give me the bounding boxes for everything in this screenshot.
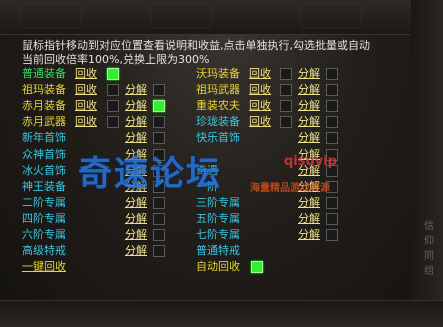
bottom-frame	[0, 300, 443, 327]
recycle-checkbox[interactable]	[107, 100, 119, 113]
auto-recycle-checkbox[interactable]	[251, 261, 263, 273]
recycle-checkbox[interactable]	[280, 116, 292, 129]
item-category-label: 五阶专属	[196, 211, 240, 225]
decompose-checkbox[interactable]	[153, 212, 165, 225]
item-category-label: 神王装备	[22, 179, 66, 193]
recycle-link[interactable]: 回收	[75, 99, 97, 113]
item-category-label: 二阶专属	[22, 195, 66, 209]
decompose-link[interactable]: 分解	[298, 131, 320, 145]
top-ornament-left	[20, 4, 82, 28]
decompose-checkbox[interactable]	[326, 196, 338, 209]
top-ornament-right	[300, 4, 362, 28]
recycle-link[interactable]: 回收	[249, 83, 271, 97]
recycle-checkbox[interactable]	[280, 68, 292, 80]
item-category-label: 普通装备	[22, 67, 66, 80]
item-category-label: 赤月装备	[22, 99, 66, 113]
info-line-1: 鼠标指针移动到对应位置查看说明和收益,点击单独执行,勾选批量或自动	[22, 39, 370, 52]
recycle-checkbox[interactable]	[107, 84, 119, 97]
item-category-label: 快乐首饰	[196, 131, 240, 145]
decompose-checkbox[interactable]	[153, 84, 165, 97]
item-category-label: 三阶专属	[196, 195, 240, 209]
item-category-label: 新年首饰	[22, 131, 66, 145]
right-frame	[411, 0, 443, 327]
decompose-link[interactable]: 分解	[125, 244, 147, 258]
decompose-link[interactable]: 分解	[298, 115, 320, 129]
decompose-checkbox[interactable]	[153, 116, 165, 129]
decompose-checkbox[interactable]	[326, 100, 338, 113]
watermark-logo-text: 奇速论坛	[78, 154, 222, 194]
decompose-link[interactable]: 分解	[125, 83, 147, 97]
item-category-label: 六阶专属	[22, 228, 66, 241]
item-category-label: 高级特戒	[22, 244, 66, 258]
item-category-label: 七阶专属	[196, 228, 240, 241]
decompose-link[interactable]: 分解	[298, 99, 320, 113]
decompose-link[interactable]: 分解	[125, 99, 147, 113]
watermark-sub-text: 海量精品游戏资源	[250, 183, 330, 194]
decompose-link[interactable]: 分解	[125, 196, 147, 210]
decompose-link[interactable]: 分解	[298, 83, 320, 97]
decompose-checkbox[interactable]	[326, 229, 338, 241]
decompose-checkbox[interactable]	[326, 116, 338, 129]
item-category-label: 普通特戒	[196, 244, 240, 258]
decompose-checkbox[interactable]	[153, 245, 165, 258]
recycle-checkbox[interactable]	[107, 116, 119, 129]
decompose-link[interactable]: 分解	[298, 67, 320, 81]
recycle-link[interactable]: 回收	[75, 115, 97, 129]
decompose-checkbox[interactable]	[326, 212, 338, 225]
item-category-label: 珍珑装备	[196, 115, 240, 129]
decompose-link[interactable]: 分解	[125, 212, 147, 226]
recycle-link[interactable]: 回收	[249, 115, 271, 129]
item-category-label: 四阶专属	[22, 211, 66, 225]
recycle-link[interactable]: 回收	[249, 99, 271, 113]
decompose-checkbox[interactable]	[153, 229, 165, 241]
side-label-1: 信仰	[424, 221, 434, 247]
item-category-label: 沃玛装备	[196, 67, 240, 80]
item-category-label: 众神首饰	[22, 147, 66, 161]
recycle-checkbox[interactable]	[280, 84, 292, 97]
decompose-checkbox[interactable]	[326, 84, 338, 97]
item-category-label: 冰火首饰	[22, 163, 66, 177]
info-line-2: 当前回收倍率100%,兑换上限为300%	[22, 53, 210, 66]
item-category-label: 重装农夫	[196, 99, 240, 113]
side-label-2: 同组	[424, 251, 434, 277]
recycle-checkbox[interactable]	[280, 100, 292, 113]
watermark-site-text: qisuvip	[284, 154, 337, 169]
decompose-checkbox[interactable]	[153, 196, 165, 209]
recycle-link[interactable]: 回收	[249, 67, 271, 81]
decompose-checkbox[interactable]	[153, 132, 165, 145]
decompose-link[interactable]: 分解	[125, 131, 147, 145]
decompose-link[interactable]: 分解	[298, 228, 320, 242]
decompose-link[interactable]: 分解	[298, 212, 320, 226]
decompose-checkbox[interactable]	[326, 132, 338, 145]
decompose-link[interactable]: 分解	[125, 115, 147, 129]
decompose-link[interactable]: 分解	[125, 228, 147, 242]
decompose-link[interactable]: 分解	[298, 196, 320, 210]
auto-recycle-label: 自动回收	[196, 260, 240, 273]
item-category-label: 赤月武器	[22, 115, 66, 129]
recycle-link[interactable]: 回收	[75, 83, 97, 97]
item-category-label: 祖玛装备	[22, 83, 66, 97]
decompose-checkbox[interactable]	[153, 100, 165, 113]
one-click-recycle-link[interactable]: 一键回收	[22, 260, 66, 274]
decompose-checkbox[interactable]	[326, 68, 338, 80]
item-category-label: 祖玛武器	[196, 83, 240, 97]
recycle-checkbox[interactable]	[107, 68, 119, 80]
recycle-link[interactable]: 回收	[75, 67, 97, 81]
top-ornament-center	[150, 4, 212, 28]
